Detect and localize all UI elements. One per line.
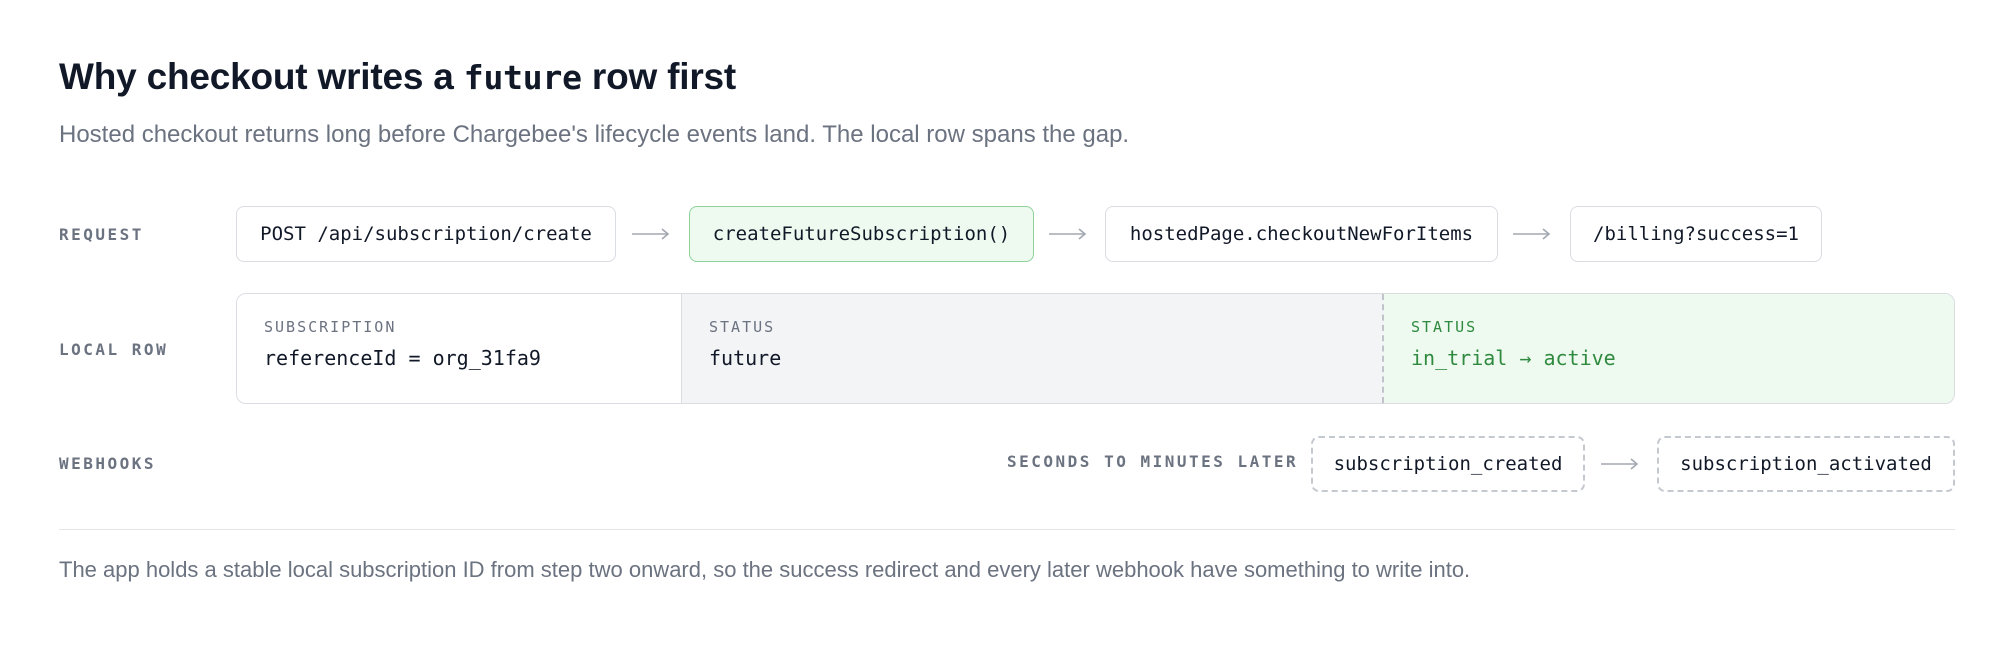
- webhook-event-activated: subscription_activated: [1657, 436, 1955, 492]
- local-row-active-status-segment: STATUS in_trial → active: [1384, 294, 1954, 403]
- request-step-redirect: /billing?success=1: [1570, 206, 1822, 262]
- local-row-timeline: SUBSCRIPTION referenceId = org_31fa9 STA…: [236, 293, 1955, 404]
- arrow-right-icon: [1049, 228, 1087, 240]
- segment-value: future: [709, 346, 782, 370]
- arrow-right-icon: [632, 228, 670, 240]
- footnote: The app holds a stable local subscriptio…: [59, 557, 1471, 582]
- segment-label: SUBSCRIPTION: [264, 318, 397, 336]
- segment-label: STATUS: [1411, 318, 1478, 336]
- title-code: future: [463, 58, 582, 97]
- arrow-right-icon: [1601, 458, 1639, 470]
- page-title: Why checkout writes a future row first: [59, 56, 736, 98]
- local-row-subscription-segment: SUBSCRIPTION referenceId = org_31fa9: [237, 294, 682, 403]
- request-step-create-future: createFutureSubscription(): [689, 206, 1034, 262]
- request-row-label: REQUEST: [59, 225, 144, 244]
- title-suffix: row first: [581, 56, 737, 97]
- arrow-right-icon: [1513, 228, 1551, 240]
- webhooks-timing-note: SECONDS TO MINUTES LATER: [1007, 452, 1299, 471]
- segment-label: STATUS: [709, 318, 776, 336]
- title-prefix: Why checkout writes a: [59, 56, 464, 97]
- local-row-future-status-segment: STATUS future: [682, 294, 1384, 403]
- local-row-label: LOCAL ROW: [59, 340, 169, 359]
- segment-value: in_trial → active: [1411, 346, 1616, 370]
- webhooks-row-label: WEBHOOKS: [59, 454, 157, 473]
- request-step-endpoint: POST /api/subscription/create: [236, 206, 616, 262]
- request-step-hosted-page: hostedPage.checkoutNewForItems: [1105, 206, 1498, 262]
- page-subtitle: Hosted checkout returns long before Char…: [59, 121, 1130, 148]
- webhook-event-created: subscription_created: [1311, 436, 1585, 492]
- segment-value: referenceId = org_31fa9: [264, 346, 541, 370]
- section-divider: [59, 529, 1955, 530]
